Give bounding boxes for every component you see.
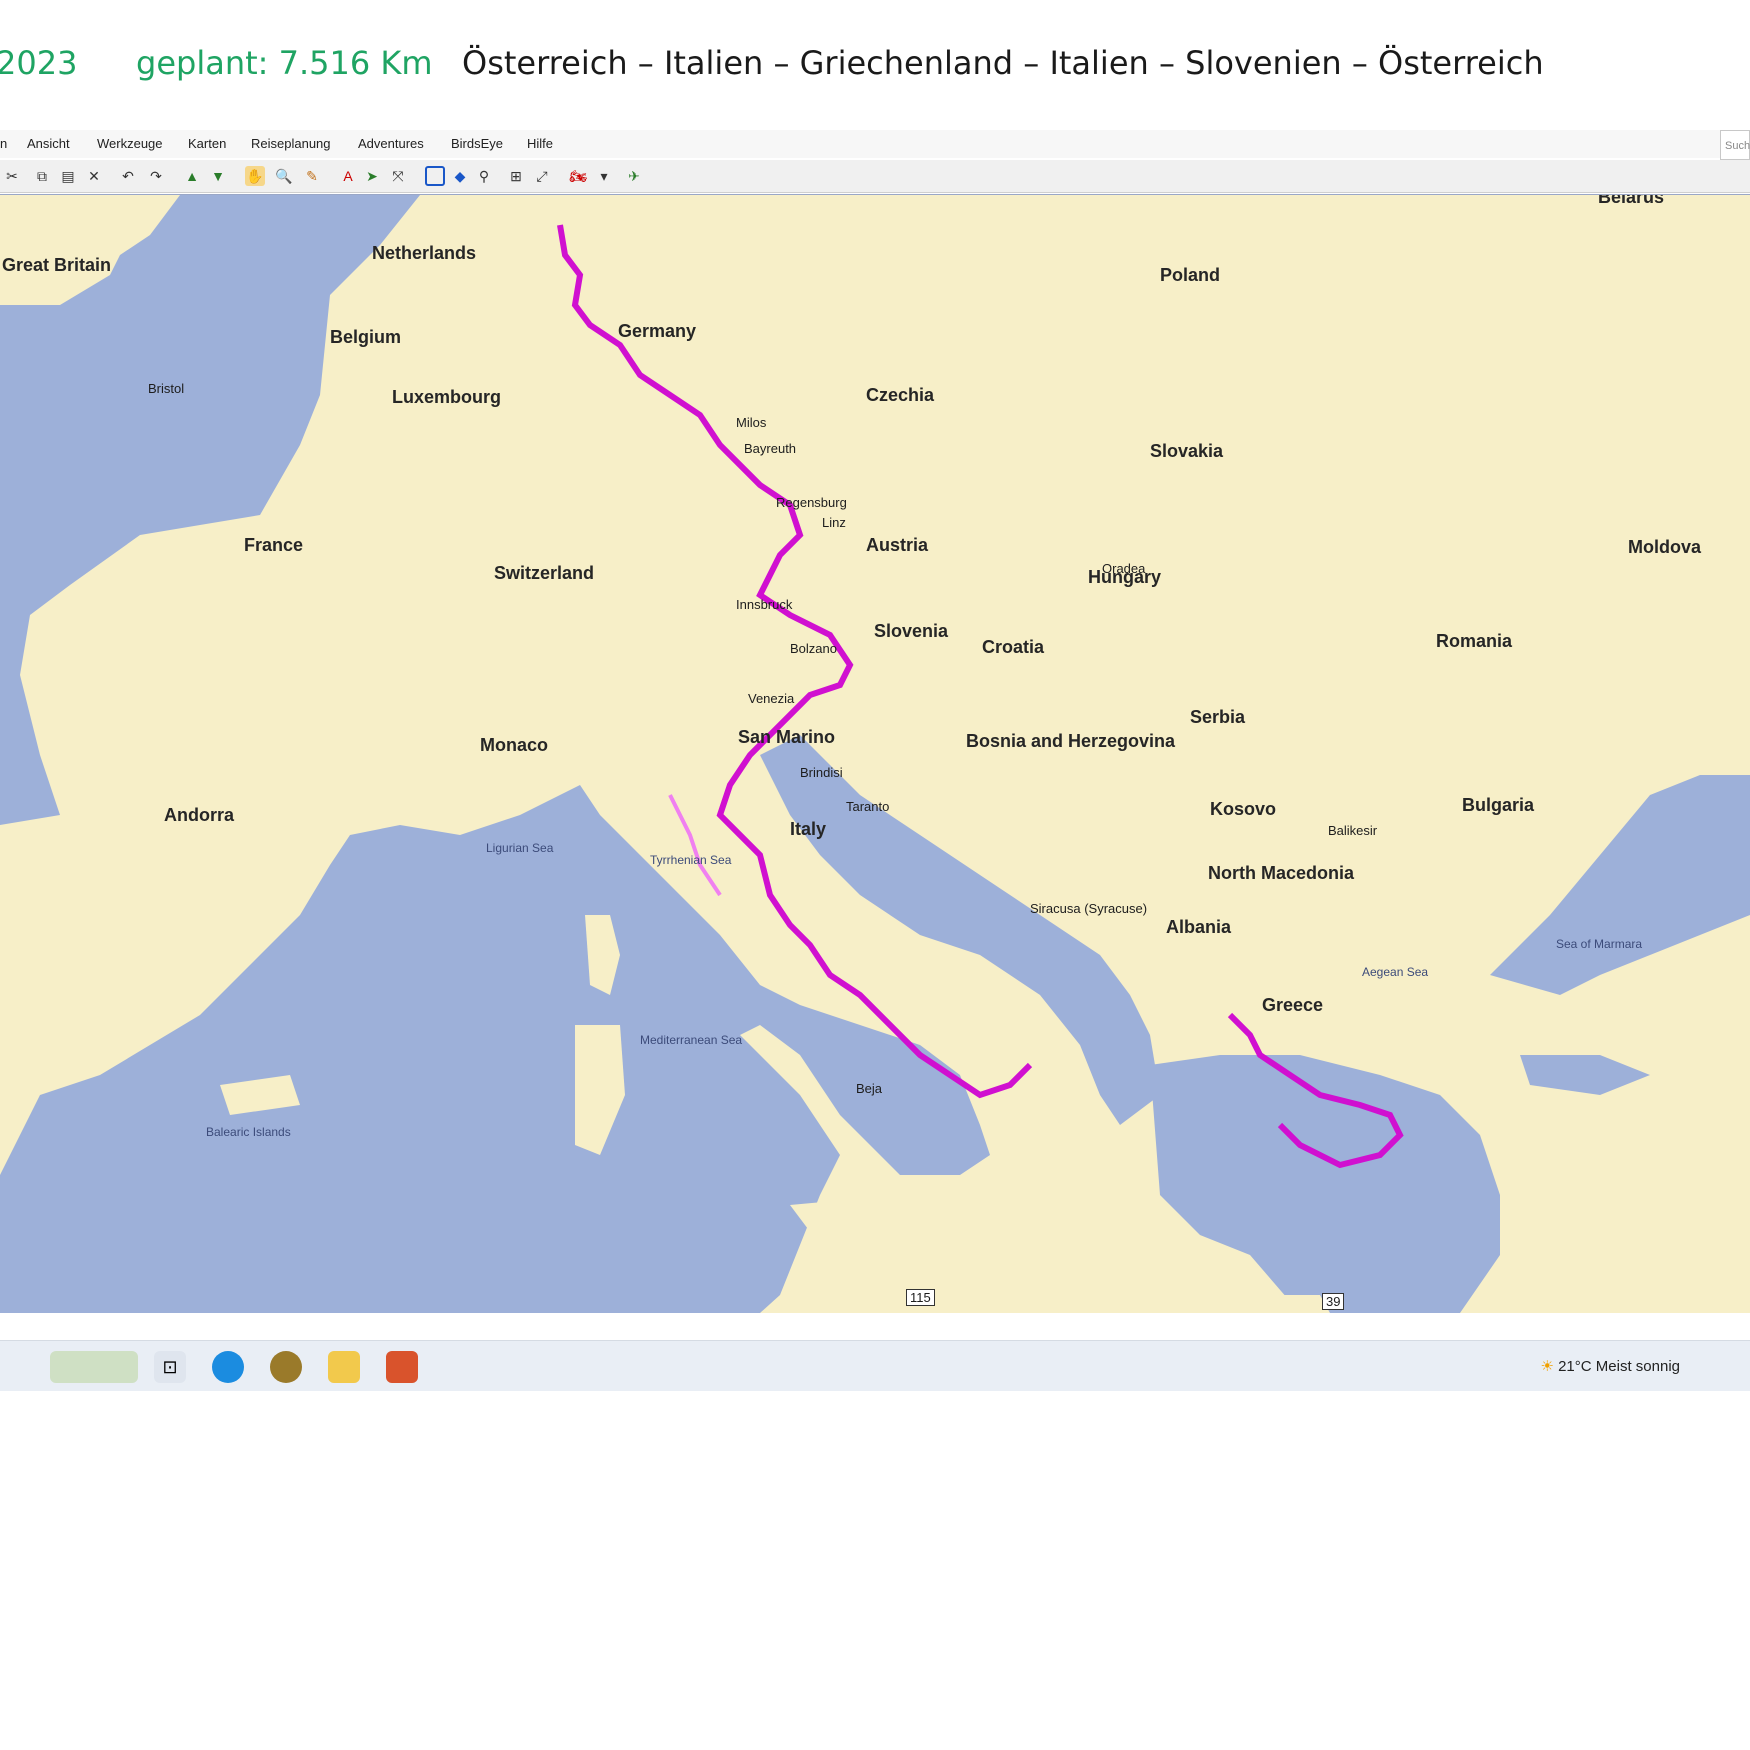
menu-item-help[interactable]: Hilfe (527, 136, 553, 151)
route-description: Österreich – Italien – Griechenland – It… (462, 44, 1544, 82)
toolbar: ✂ ⧉ ▤ ✕ ↶ ↷ ▲ ▼ ✋ 🔍 ✎ A ➤ ⤧ ◆ ⚲ ⊞ ⤢ 🏍 ▾ … (0, 160, 1750, 193)
country-label: Austria (866, 535, 929, 555)
sea-label: Tyrrhenian Sea (650, 853, 732, 867)
country-label: San Marino (738, 727, 836, 747)
taskbar: ⊡ ☀ 21°C Meist sonnig (0, 1340, 1750, 1391)
wallpaper-birds-icon (50, 1351, 138, 1383)
menu-item-trip-planning[interactable]: Reiseplanung (251, 136, 331, 151)
country-label: Luxembourg (392, 387, 502, 407)
paste-icon[interactable]: ▤ (58, 166, 78, 186)
search-input[interactable]: Such (1720, 130, 1750, 160)
menu-item-maps[interactable]: Karten (188, 136, 226, 151)
edge-browser-icon[interactable] (212, 1351, 244, 1383)
country-label: Netherlands (372, 243, 477, 263)
grid-icon[interactable]: ⊞ (506, 166, 526, 186)
weather-widget[interactable]: ☀ 21°C Meist sonnig (1540, 1357, 1680, 1375)
weather-temp: 21°C (1558, 1358, 1592, 1375)
menu-item-view[interactable]: Ansicht (27, 136, 70, 151)
menu-item-file[interactable]: n (0, 136, 7, 151)
country-label: Greece (1262, 995, 1324, 1015)
weather-text: Meist sonnig (1595, 1358, 1680, 1375)
basecamp-icon[interactable] (270, 1351, 302, 1383)
country-label: Romania (1436, 631, 1513, 651)
country-label: Monaco (480, 735, 549, 755)
country-label: Bosnia and Herzegovina (966, 731, 1176, 751)
scissors-icon[interactable]: ✂ (2, 166, 22, 186)
country-label: North Macedonia (1208, 863, 1355, 883)
country-label: Albania (1166, 917, 1232, 937)
country-label: Bulgaria (1462, 795, 1535, 815)
city-label: Venezia (748, 691, 795, 706)
country-label: Belgium (330, 327, 402, 347)
track-tool-icon[interactable]: ⤧ (388, 166, 408, 186)
country-label: Croatia (982, 637, 1045, 657)
title-bar: 2023 geplant: 7.516 Km Österreich – Ital… (0, 44, 1750, 94)
country-label: Poland (1160, 265, 1221, 285)
country-label: Slovenia (874, 621, 949, 641)
menu-item-adventures[interactable]: Adventures (358, 136, 424, 151)
country-label: Serbia (1190, 707, 1246, 727)
city-label: Siracusa (Syracuse) (1030, 901, 1148, 916)
city-label: Linz (822, 515, 846, 530)
sea-label: Balearic Islands (206, 1125, 291, 1139)
3d-view-icon[interactable]: ◆ (450, 166, 470, 186)
sea-label: Aegean Sea (1362, 965, 1429, 979)
powerpoint-icon[interactable] (386, 1351, 418, 1383)
delete-icon[interactable]: ✕ (84, 166, 104, 186)
city-label: Oradea (1102, 561, 1146, 576)
route-tool-icon[interactable]: A (338, 166, 358, 186)
country-label: Moldova (1628, 537, 1702, 557)
menu-item-tools[interactable]: Werkzeuge (97, 136, 163, 151)
waypoint-tool-icon[interactable]: ➤ (362, 166, 382, 186)
city-label: Beja (856, 1081, 883, 1096)
city-label: Brindisi (800, 765, 843, 780)
city-label: Bayreuth (744, 441, 797, 456)
menu-bar: n Ansicht Werkzeuge Karten Reiseplanung … (0, 130, 1750, 158)
road-shield: 115 (906, 1289, 935, 1306)
country-label: Great Britain (2, 255, 112, 275)
city-label: Balikesir (1328, 823, 1378, 838)
undo-icon[interactable]: ↶ (118, 166, 138, 186)
copy-icon[interactable]: ⧉ (32, 166, 52, 186)
city-label: Bolzano (790, 641, 837, 656)
city-label: Regensburg (776, 495, 847, 510)
find-icon[interactable]: ⚲ (474, 166, 494, 186)
measure-icon[interactable]: ✎ (302, 166, 322, 186)
country-label: France (244, 535, 304, 555)
city-label: Milos (736, 415, 767, 430)
country-label: Slovakia (1150, 441, 1224, 461)
redo-icon[interactable]: ↷ (146, 166, 166, 186)
receive-from-device-icon[interactable]: ▲ (182, 166, 202, 186)
city-label: Taranto (846, 799, 890, 814)
map-view[interactable]: Great Britain Netherlands Belgium Luxemb… (0, 194, 1750, 1313)
sun-icon: ☀ (1540, 1358, 1554, 1375)
country-label: Andorra (164, 805, 235, 825)
send-to-device-icon[interactable]: ▼ (208, 166, 228, 186)
vehicle-profile-icon[interactable]: 🏍 (568, 166, 588, 186)
file-explorer-icon[interactable] (328, 1351, 360, 1383)
city-label: Innsbruck (736, 597, 793, 612)
year-text: 2023 (0, 44, 78, 82)
country-label: Germany (618, 321, 697, 341)
zoom-icon[interactable]: 🔍 (274, 166, 294, 186)
planned-distance: geplant: 7.516 Km (136, 44, 433, 82)
country-label: Kosovo (1210, 799, 1277, 819)
sea-label: Sea of Marmara (1556, 937, 1643, 951)
map-canvas[interactable] (0, 195, 1750, 1313)
sea-label: Mediterranean Sea (640, 1033, 743, 1047)
select-area-icon[interactable] (425, 166, 445, 186)
country-label: Belarus (1598, 194, 1665, 207)
country-label: Italy (790, 819, 827, 839)
gps-icon[interactable]: ✈ (624, 166, 644, 186)
hand-tool-icon[interactable]: ✋ (245, 166, 265, 186)
country-label: Switzerland (494, 563, 595, 583)
country-label: Czechia (866, 385, 935, 405)
chevron-down-icon[interactable]: ▾ (594, 166, 614, 186)
map-detail-icon[interactable]: ⤢ (532, 166, 552, 186)
road-shield: 39 (1322, 1293, 1345, 1310)
menu-item-birdseye[interactable]: BirdsEye (451, 136, 503, 151)
city-label: Bristol (148, 381, 185, 396)
task-view-icon[interactable]: ⊡ (154, 1351, 186, 1383)
sea-label: Ligurian Sea (486, 841, 554, 855)
